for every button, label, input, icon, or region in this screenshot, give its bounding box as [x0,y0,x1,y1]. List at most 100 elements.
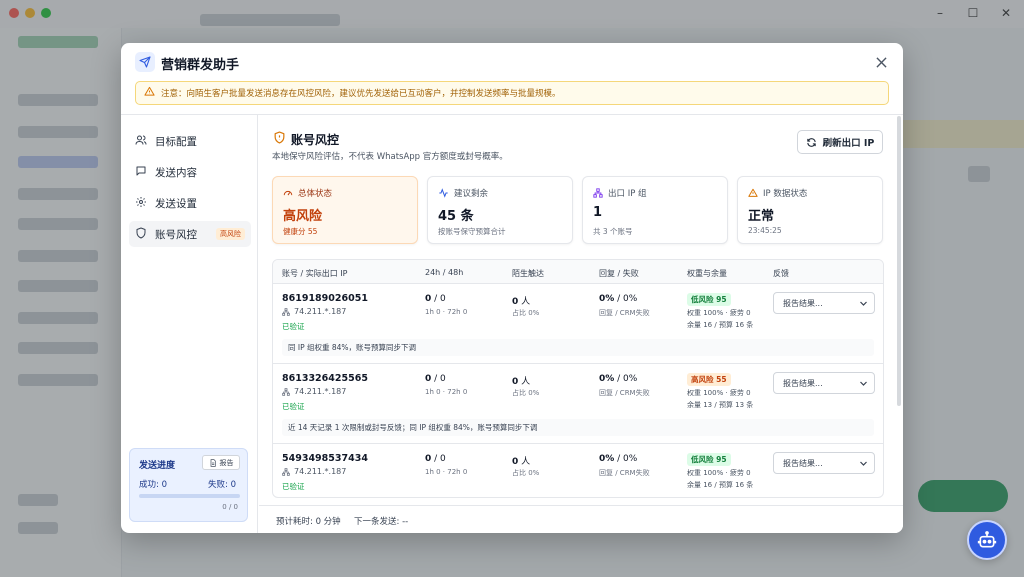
stranger-value: 0 [512,377,519,387]
stranger-unit: 人 [521,297,531,307]
send-24h: 0 [425,374,432,384]
account-risk-panel: 账号风控 本地保守风险评估，不代表 WhatsApp 官方额度或封号概率。 刷新… [259,115,903,533]
fail-rate: / 0% [617,374,638,384]
send-icon [135,52,155,72]
network-icon [282,387,290,396]
document-icon [210,458,216,467]
warning-icon [144,86,155,100]
risk-status-badge: 高风险 [216,228,245,240]
risk-badge: 低风险 95 [687,293,731,306]
quota-text: 余量 13 / 预算 13 条 [687,401,754,409]
marketing-broadcast-dialog: 营销群发助手 注意：向陌生客户批量发送消息存在风控风险，建议优先发送给已互动客户… [121,43,903,533]
scrollbar[interactable] [897,116,901,406]
stranger-share: 占比 0% [512,469,540,477]
send-count: 0 / 0 [425,294,446,304]
stranger-count: 0 人 [512,454,530,467]
chevron-down-icon [860,461,867,466]
nav-item-target-config[interactable]: 目标配置 [129,128,251,154]
report-button-label: 报告 [219,458,234,467]
users-icon [135,134,147,149]
ip-text: 74.211.*.187 [294,467,347,476]
feedback-select-value: 报告结果... [783,298,823,308]
send-48h: / 0 [434,294,446,304]
activity-icon [439,188,448,198]
section-title: 账号风控 [291,133,340,147]
stat-label: 总体状态 [283,187,332,199]
stat-value: 正常 [748,209,775,224]
next-send-text: 下一条发送: -- [354,517,409,527]
nav-item-send-content[interactable]: 发送内容 [129,159,251,185]
feedback-select-value: 报告结果... [783,378,823,388]
account-table: 账号 / 实际出口 IP 24h / 48h 陌生触达 回复 / 失败 权重与余… [272,259,884,498]
gear-icon [135,196,147,211]
column-header: 回复 / 失败 [599,269,639,278]
row-note: 同 IP 组权重 84%，账号预算同步下调 [282,339,874,356]
ip-text: 74.211.*.187 [294,307,347,316]
quota-text: 余量 16 / 预算 16 条 [687,321,754,329]
stranger-value: 0 [512,457,519,467]
robot-icon [977,531,997,548]
stat-value: 1 [593,205,603,220]
stat-label: IP 数据状态 [748,187,807,199]
refresh-ip-button[interactable]: 刷新出口 IP [797,130,883,154]
chevron-down-icon [860,381,867,386]
send-count-sub: 1h 0 · 72h 0 [425,388,468,396]
dialog-sidebar: 目标配置 发送内容 发送设置 账号风控 高风险 发送进度 报告 成功: 0 失败… [121,115,258,533]
close-dialog-button[interactable] [873,54,889,70]
account-phone: 8613326425565 [282,373,368,384]
quota-text: 余量 16 / 预算 16 条 [687,481,754,489]
reply-fail-sub: 回复 / CRM失败 [599,309,650,317]
feedback-select[interactable]: 报告结果... [773,292,875,314]
verified-status: 已验证 [282,322,305,331]
verified-status: 已验证 [282,402,305,411]
stat-label-text: 建议剩余 [454,189,489,199]
nav-item-label: 发送内容 [155,166,197,179]
stat-label-text: 总体状态 [298,189,333,199]
table-header: 账号 / 实际出口 IP 24h / 48h 陌生触达 回复 / 失败 权重与余… [273,260,883,284]
nav-item-send-settings[interactable]: 发送设置 [129,190,251,216]
verified-status: 已验证 [282,482,305,491]
success-count: 成功: 0 [139,480,167,490]
report-button[interactable]: 报告 [202,455,240,470]
stat-label: 建议剩余 [438,187,488,199]
fail-rate: / 0% [617,294,638,304]
stat-label-text: 出口 IP 组 [608,189,647,199]
stat-label-text: IP 数据状态 [763,189,808,199]
table-row: 5493498537434 74.211.*.187 已验证 0 / 0 1h … [273,444,883,497]
stranger-share: 占比 0% [512,309,540,317]
shield-icon [135,227,147,242]
account-phone: 5493498537434 [282,453,368,464]
stat-sub: 23:45:25 [748,226,782,235]
reply-fail: 0% / 0% [599,374,637,384]
feedback-select-value: 报告结果... [783,458,823,468]
warning-icon [748,188,758,197]
stat-sub: 按账号保守预算合计 [438,227,506,236]
ip-text: 74.211.*.187 [294,387,347,396]
assistant-fab-button[interactable] [967,520,1007,560]
send-count-sub: 1h 0 · 72h 0 [425,468,468,476]
reply-fail: 0% / 0% [599,294,637,304]
weight-text: 权重 100% · 疲劳 0 [687,309,751,317]
progress-title: 发送进度 [139,461,176,471]
send-24h: 0 [425,294,432,304]
send-48h: / 0 [434,374,446,384]
reply-fail-sub: 回复 / CRM失败 [599,469,650,477]
feedback-select[interactable]: 报告结果... [773,372,875,394]
send-48h: / 0 [434,454,446,464]
stranger-unit: 人 [521,457,531,467]
network-icon [282,467,290,476]
account-ip: 74.211.*.187 [282,307,346,316]
column-header: 账号 / 实际出口 IP [282,269,348,278]
table-row: 8613326425565 74.211.*.187 已验证 0 / 0 1h … [273,364,883,444]
stat-value: 高风险 [283,209,323,224]
nav-item-account-risk[interactable]: 账号风控 高风险 [129,221,251,247]
weight-text: 权重 100% · 疲劳 0 [687,389,751,397]
feedback-select[interactable]: 报告结果... [773,452,875,474]
nav-item-label: 账号风控 [155,228,197,241]
stranger-unit: 人 [521,377,531,387]
stat-card-overall: 总体状态 高风险 健康分 55 [272,176,418,244]
stranger-share: 占比 0% [512,389,540,397]
nav-item-label: 发送设置 [155,197,197,210]
column-header: 权重与余量 [687,269,727,278]
stat-card-ip-data: IP 数据状态 正常 23:45:25 [737,176,883,244]
